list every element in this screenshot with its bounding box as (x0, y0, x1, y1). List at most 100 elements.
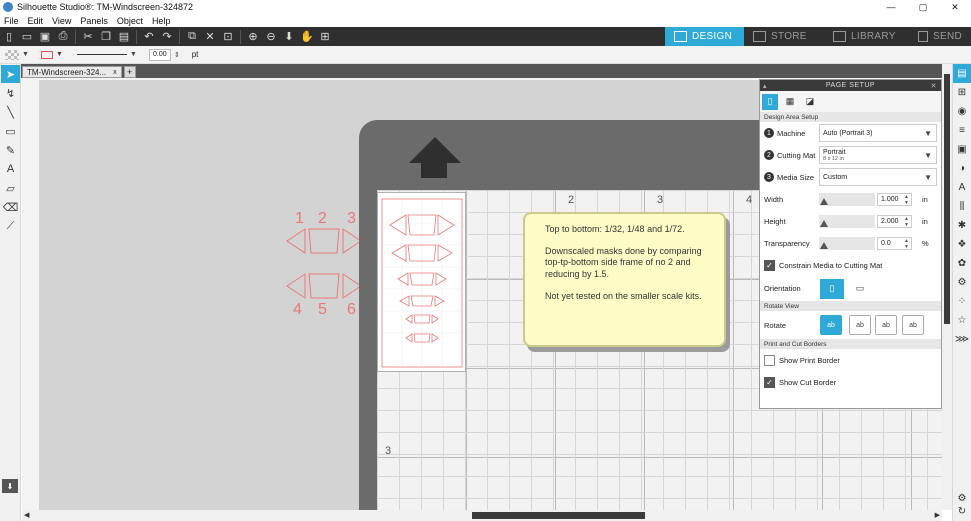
spinner-icon[interactable]: ▲ ▼ (904, 238, 909, 250)
machine-select[interactable]: Auto (Portrait 3) ▼ (819, 124, 937, 142)
numbered-shapes-group[interactable]: 1 2 3 4 5 6 (269, 206, 362, 319)
image-effects-icon[interactable]: ▣ (953, 140, 971, 159)
rotate-90-button[interactable]: ab (849, 315, 871, 335)
fill-dropdown-icon[interactable]: ▼ (22, 51, 29, 58)
grid-tab-icon[interactable]: ▦ (782, 94, 798, 110)
replicate-icon[interactable]: ✿ (953, 254, 971, 273)
portrait-orientation-icon[interactable]: ▯ (820, 278, 844, 299)
draw-tool-icon[interactable]: ✎ (1, 141, 20, 159)
close-button[interactable]: ✕ (939, 0, 971, 14)
scroll-right-icon[interactable]: ▶ (935, 511, 940, 519)
document-tab[interactable]: TM-Windscreen-324... x (22, 66, 122, 78)
collapse-panel-icon[interactable]: ▴ (763, 82, 767, 90)
width-slider[interactable] (819, 192, 875, 206)
print-icon[interactable]: ⎙ (54, 28, 72, 46)
edit-points-tool-icon[interactable]: ↯ (1, 84, 20, 102)
media-page[interactable] (377, 192, 466, 372)
rectangle-tool-icon[interactable]: ▭ (1, 122, 20, 140)
maximize-button[interactable]: ▢ (907, 0, 939, 14)
pan-hand-icon[interactable]: ✋ (298, 28, 316, 46)
numbered-shapes-drawing[interactable]: 1 2 3 4 5 6 (269, 206, 362, 318)
select-tool-icon[interactable]: ➤ (1, 65, 20, 83)
pixscan-icon[interactable]: ⊞ (953, 83, 971, 102)
page-setup-icon[interactable]: ▤ (953, 64, 971, 83)
transparency-slider[interactable] (819, 236, 875, 250)
rotate-180-button[interactable]: ab (875, 315, 897, 335)
rotate-270-button[interactable]: ab (902, 315, 924, 335)
zoom-out-icon[interactable]: ⊖ (262, 28, 280, 46)
modify-icon[interactable]: ✱ (953, 216, 971, 235)
align-icon[interactable]: ⫼ (953, 197, 971, 216)
constrain-checkbox[interactable]: ✓ (764, 259, 775, 271)
menu-panels[interactable]: Panels (80, 16, 108, 26)
save-icon[interactable]: ▣ (36, 28, 54, 46)
tab-send[interactable]: SEND (909, 27, 971, 46)
contrast-icon[interactable]: ◑ (953, 159, 971, 178)
eraser-tool-icon[interactable]: ⌫ (1, 198, 20, 216)
horizontal-scrollbar[interactable]: ◀ ▶ (22, 510, 942, 521)
cutting-mat-select[interactable]: Portrait 8 x 12 in ▼ (819, 146, 937, 164)
zoom-fit-icon[interactable]: ⬇ (280, 28, 298, 46)
media-size-select[interactable]: Custom ▼ (819, 168, 937, 186)
slider-knob[interactable] (820, 241, 828, 249)
width-input[interactable]: 1.000 ▲ ▼ (877, 192, 912, 206)
import-icon[interactable]: ⬇ (2, 479, 18, 493)
ungroup-icon[interactable]: ✕ (201, 28, 219, 46)
spinner-icon[interactable]: ▲ ▼ (904, 194, 909, 206)
minimize-button[interactable]: — (875, 0, 907, 14)
open-folder-icon[interactable]: ▭ (18, 28, 36, 46)
line-style-dropdown-icon[interactable]: ▼ (130, 51, 137, 58)
windscreen-masks-drawing[interactable] (378, 193, 467, 373)
line-color-dropdown-icon[interactable]: ▼ (56, 51, 63, 58)
height-slider[interactable] (819, 214, 875, 228)
undo-icon[interactable]: ↶ (140, 28, 158, 46)
scroll-left-icon[interactable]: ◀ (24, 511, 29, 519)
menu-help[interactable]: Help (152, 16, 171, 26)
horizontal-scroll-thumb[interactable] (472, 512, 645, 519)
line-style-selector[interactable] (76, 54, 127, 55)
vertical-scroll-thumb[interactable] (944, 74, 950, 324)
redo-icon[interactable]: ↷ (158, 28, 176, 46)
zoom-in-icon[interactable]: ⊕ (244, 28, 262, 46)
trace-icon[interactable]: ⚙ (953, 273, 971, 292)
print-border-checkbox[interactable] (764, 354, 775, 366)
knife-tool-icon[interactable]: ⟋ (1, 217, 20, 235)
slider-knob[interactable] (820, 219, 828, 227)
line-style-icon[interactable]: ≡ (953, 121, 971, 140)
panel-header[interactable]: ▴ PAGE SETUP ✕ (760, 80, 941, 91)
fit-page-icon[interactable]: ⊞ (316, 28, 334, 46)
vertical-scrollbar[interactable] (942, 64, 952, 510)
fill-color-icon[interactable]: ◉ (953, 102, 971, 121)
refresh-icon[interactable]: ↻ (953, 502, 971, 521)
fill-color-swatch[interactable] (5, 49, 19, 60)
line-color-swatch[interactable] (40, 50, 53, 59)
height-input[interactable]: 2.000 ▲ ▼ (877, 214, 912, 228)
menu-file[interactable]: File (4, 16, 19, 26)
tab-store[interactable]: STORE (744, 27, 824, 46)
document-tab-close[interactable]: x (113, 69, 117, 76)
tab-library[interactable]: LIBRARY (824, 27, 909, 46)
fill-tool-icon[interactable]: ▱ (1, 179, 20, 197)
group-icon[interactable]: ⧉ (183, 28, 201, 46)
text-style-icon[interactable]: A (953, 178, 971, 197)
line-tool-icon[interactable]: ╲ (1, 103, 20, 121)
tab-design[interactable]: DESIGN (665, 27, 744, 46)
slider-knob[interactable] (820, 197, 828, 205)
menu-edit[interactable]: Edit (28, 16, 44, 26)
pattern-icon[interactable]: ⋙ (953, 330, 971, 349)
spinner-icon[interactable]: ▲ ▼ (904, 216, 909, 228)
star-icon[interactable]: ☆ (953, 311, 971, 330)
select-all-icon[interactable]: ⊡ (219, 28, 237, 46)
landscape-orientation-icon[interactable]: ▭ (848, 279, 872, 299)
transparency-input[interactable]: 0.0 ▲ ▼ (877, 236, 912, 250)
cut-icon[interactable]: ✂ (79, 28, 97, 46)
sketch-icon[interactable]: ⁘ (953, 292, 971, 311)
close-panel-icon[interactable]: ✕ (931, 82, 937, 90)
cut-border-checkbox[interactable]: ✓ (764, 376, 775, 388)
page-tab-icon[interactable]: ▯ (762, 93, 778, 110)
sticky-note[interactable]: Top to bottom: 1/32, 1/48 and 1/72. Down… (523, 212, 726, 347)
menu-object[interactable]: Object (117, 16, 143, 26)
new-document-icon[interactable]: ▯ (0, 28, 18, 46)
text-tool-icon[interactable]: A (1, 160, 20, 178)
rotate-0-button[interactable]: ab (820, 315, 842, 335)
